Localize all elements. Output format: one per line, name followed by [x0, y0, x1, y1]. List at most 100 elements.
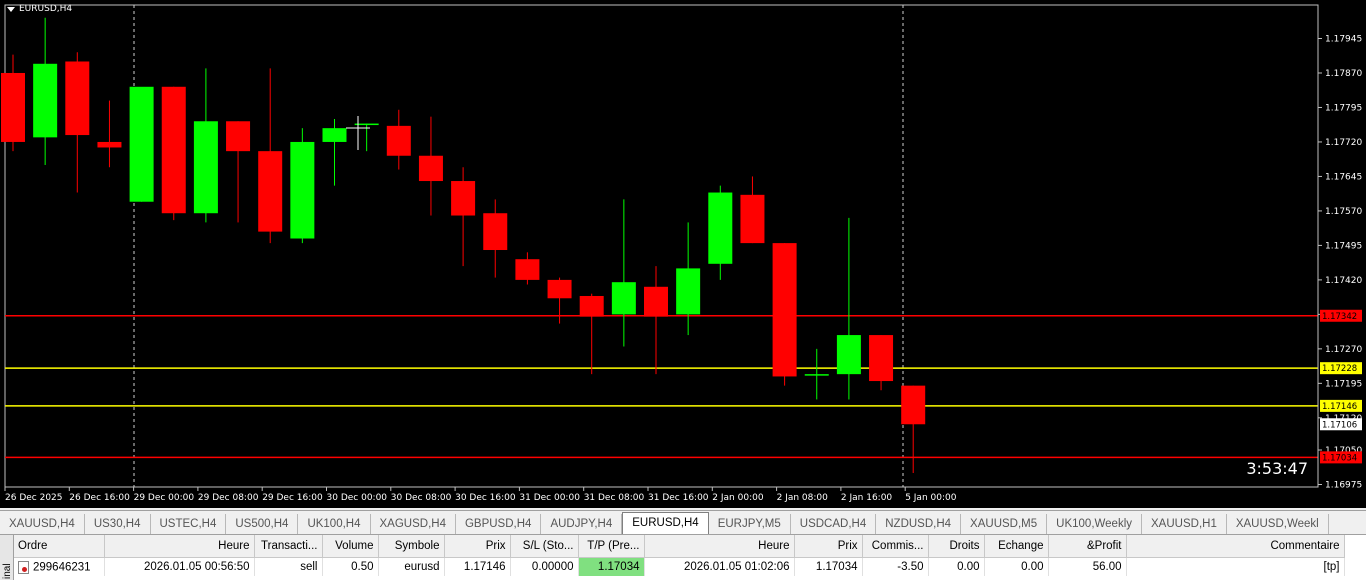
chart-tab[interactable]: XAUUSD,M5	[961, 514, 1048, 534]
table-cell: 56.00	[1048, 557, 1127, 576]
column-header[interactable]: Volume	[322, 535, 379, 558]
chart-tab-bar: XAUUSD,H4 US30,H4 USTEC,H4 US500,H4 UK100,H4…	[0, 510, 1366, 535]
column-header[interactable]: Symbole	[378, 535, 445, 558]
candle-body[interactable]	[226, 121, 251, 152]
candle-body[interactable]	[708, 192, 733, 264]
candle-body[interactable]	[547, 279, 572, 299]
price-tag-label: 1.17034	[1322, 453, 1357, 463]
table-cell: [tp]	[1126, 557, 1345, 576]
chart-tab[interactable]: EURUSD,H4	[622, 512, 709, 534]
table-body: 299646231 2026.01.05 00:56:50 sell 0.50 euru…	[14, 557, 1345, 576]
bar-countdown-timer: 3:53:47	[1246, 459, 1308, 478]
chart-tab[interactable]: AUDJPY,H4	[541, 514, 623, 534]
candle-body[interactable]	[97, 141, 122, 148]
column-header[interactable]: S/L (Sto...	[510, 535, 579, 558]
table-cell: 2026.01.05 01:02:06	[644, 557, 795, 576]
chart-tab[interactable]: XAUUSD,Weekl	[1227, 514, 1329, 534]
candle-body[interactable]	[33, 63, 58, 138]
symbol-timeframe-text: EURUSD,H4	[19, 4, 73, 14]
chart-tab[interactable]: USDCAD,H4	[791, 514, 877, 534]
column-header[interactable]: Commis...	[862, 535, 929, 558]
candle-body[interactable]	[418, 155, 443, 182]
candle-body[interactable]	[1, 72, 25, 142]
column-header[interactable]: Droits	[928, 535, 985, 558]
table-cell: 1.17146	[444, 557, 511, 576]
time-tick-label: 2 Jan 08:00	[777, 493, 829, 503]
candle-body[interactable]	[161, 86, 186, 214]
terminal-panel: inal Ordre Heure Transacti... Volume Symbole…	[0, 535, 1366, 580]
time-tick-label: 31 Dec 08:00	[584, 493, 645, 503]
column-header[interactable]: Prix	[444, 535, 511, 558]
candle-body[interactable]	[65, 61, 90, 136]
chart-tab[interactable]: USTEC,H4	[151, 514, 227, 534]
candle-body[interactable]	[483, 213, 508, 251]
chart-tab[interactable]: EURJPY,M5	[709, 514, 791, 534]
plot-frame	[4, 4, 1319, 488]
table-cell: 1.17034	[794, 557, 863, 576]
candle-body[interactable]	[322, 128, 347, 142]
time-tick-label: 30 Dec 16:00	[455, 493, 516, 503]
price-tag-label: 1.17342	[1322, 312, 1357, 322]
table-cell: 0.50	[322, 557, 379, 576]
candle-body[interactable]	[644, 286, 668, 317]
candle-body[interactable]	[676, 268, 701, 315]
chart-tab[interactable]: XAUUSD,H1	[1142, 514, 1227, 534]
price-tag-label: 1.17146	[1322, 402, 1357, 412]
price-tick-label: 1.17570	[1325, 207, 1362, 217]
candle-body[interactable]	[579, 295, 604, 317]
chart-tab[interactable]: NZDUSD,H4	[876, 514, 962, 534]
candle-body[interactable]	[836, 335, 861, 375]
terminal-side-label[interactable]: inal	[0, 535, 14, 580]
price-tick-label: 1.17495	[1325, 241, 1362, 251]
column-header[interactable]: T/P (Pre...	[578, 535, 645, 558]
candle-body[interactable]	[804, 374, 829, 376]
time-tick-label: 29 Dec 08:00	[198, 493, 259, 503]
candle-body[interactable]	[129, 86, 154, 202]
terminal-side-label-text: inal	[2, 563, 13, 579]
chart-tab[interactable]: XAGUSD,H4	[371, 514, 456, 534]
table-row[interactable]: 299646231 2026.01.05 00:56:50 sell 0.50 euru…	[14, 557, 1345, 576]
candle-body[interactable]	[740, 194, 765, 244]
candle-body[interactable]	[258, 151, 283, 232]
price-tag: 1.17034	[1320, 451, 1362, 464]
price-tick-label: 1.17645	[1325, 172, 1362, 182]
time-tick-label: 30 Dec 08:00	[391, 493, 452, 503]
column-header[interactable]: Prix	[794, 535, 863, 558]
column-header[interactable]: Heure	[644, 535, 795, 558]
column-header[interactable]: Echange	[984, 535, 1049, 558]
chart-canvas[interactable]: 1.17945 1.17870 1.17795 1.17720 1.17645 1.175…	[0, 0, 1366, 508]
candle-body[interactable]	[611, 282, 636, 315]
chart-tab[interactable]: GBPUSD,H4	[456, 514, 542, 534]
chart-tab[interactable]: XAUUSD,H4	[0, 514, 85, 534]
candle-body[interactable]	[386, 125, 411, 156]
chart-tab[interactable]: UK100,Weekly	[1047, 514, 1143, 534]
time-tick-label: 29 Dec 16:00	[262, 493, 323, 503]
candle-body[interactable]	[193, 121, 218, 214]
table-cell: 0.00000	[510, 557, 579, 576]
chevron-down-icon[interactable]	[7, 6, 15, 12]
candle-body[interactable]	[290, 141, 315, 239]
candle-body[interactable]	[451, 181, 476, 216]
candle-body[interactable]	[772, 243, 797, 377]
column-header[interactable]: Commentaire	[1126, 535, 1345, 558]
chart-tab[interactable]: US30,H4	[85, 514, 151, 534]
candle-body[interactable]	[901, 385, 926, 425]
candle-body[interactable]	[869, 335, 894, 382]
time-tick-label: 5 Jan 00:00	[905, 493, 957, 503]
column-header[interactable]: &Profit	[1048, 535, 1127, 558]
table-cell: 1.17034	[578, 557, 645, 576]
candle-body[interactable]	[515, 259, 540, 280]
chart-tab[interactable]: UK100,H4	[298, 514, 371, 534]
column-header[interactable]: Transacti...	[254, 535, 323, 558]
time-tick-label: 31 Dec 16:00	[648, 493, 709, 503]
table-cell: 0.00	[984, 557, 1049, 576]
column-header[interactable]: Heure	[104, 535, 255, 558]
chart-tab[interactable]: US500,H4	[226, 514, 299, 534]
price-tag-label: 1.17106	[1322, 420, 1357, 430]
table-header-row: Ordre Heure Transacti... Volume Symbole Prix S…	[14, 535, 1345, 558]
price-chart[interactable]: 1.17945 1.17870 1.17795 1.17720 1.17645 1.175…	[0, 0, 1366, 508]
time-tick-label: 31 Dec 00:00	[519, 493, 580, 503]
column-header[interactable]: Ordre	[14, 535, 105, 558]
chart-symbol-label[interactable]: EURUSD,H4	[7, 4, 72, 14]
time-tick-label: 2 Jan 16:00	[841, 493, 893, 503]
